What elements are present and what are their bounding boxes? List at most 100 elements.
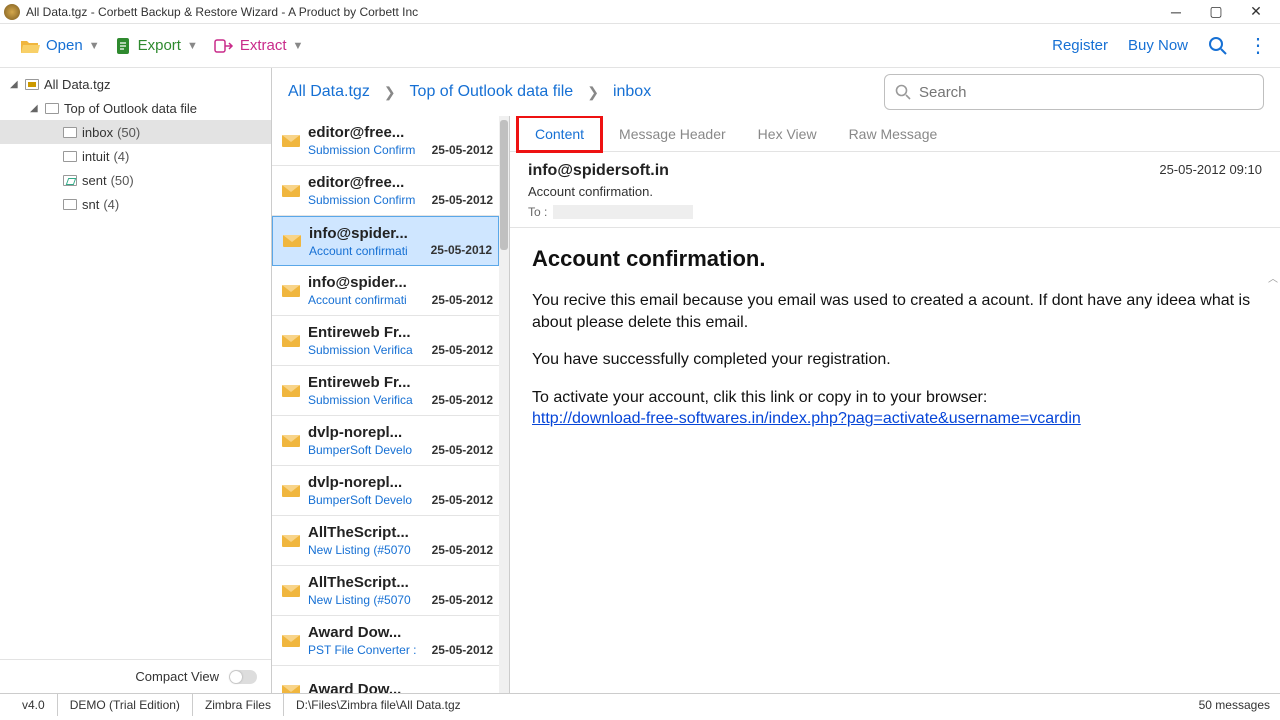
minimize-button[interactable]: ─: [1156, 1, 1196, 23]
extract-icon: [214, 38, 234, 54]
message-item[interactable]: Entireweb Fr...Submission Verifica25-05-…: [272, 366, 499, 416]
header-date: 25-05-2012 09:10: [1159, 162, 1262, 177]
body-paragraph: You recive this email because you email …: [532, 290, 1258, 333]
status-mode: Zimbra Files: [193, 694, 284, 716]
message-item[interactable]: dvlp-norepl...BumperSoft Develo25-05-201…: [272, 466, 499, 516]
compact-view-toggle[interactable]: [229, 670, 257, 684]
envelope-icon: [282, 335, 300, 347]
message-reader: Content Message Header Hex View Raw Mess…: [510, 116, 1280, 693]
app-icon: [4, 4, 20, 20]
caret-down-icon: ◢: [10, 79, 20, 90]
compact-view-label: Compact View: [135, 669, 219, 684]
chevron-right-icon: ❯: [384, 84, 396, 101]
main-toolbar: Open ▼ Export ▼ Extract ▼ Register Buy N…: [0, 24, 1280, 68]
message-item[interactable]: info@spider...Account confirmati25-05-20…: [272, 216, 499, 266]
chevron-right-icon: ❯: [587, 84, 599, 101]
envelope-icon: [282, 635, 300, 647]
scrollbar-thumb[interactable]: [500, 120, 508, 250]
window-title: All Data.tgz - Corbett Backup & Restore …: [26, 5, 1156, 19]
status-bar: v4.0 DEMO (Trial Edition) Zimbra Files D…: [0, 693, 1280, 715]
envelope-icon: [282, 135, 300, 147]
body-title: Account confirmation.: [532, 246, 1258, 272]
envelope-icon: [282, 285, 300, 297]
sent-folder-icon: [63, 175, 77, 186]
envelope-icon: [282, 585, 300, 597]
header-to: To :: [528, 205, 1262, 219]
folder-icon: [63, 127, 77, 138]
folder-tree-sidebar: ◢ All Data.tgz ◢ Top of Outlook data fil…: [0, 68, 272, 693]
scrollbar[interactable]: [499, 116, 509, 693]
search-icon[interactable]: [1208, 36, 1228, 56]
activation-link[interactable]: http://download-free-softwares.in/index.…: [532, 410, 1081, 427]
archive-icon: [25, 79, 39, 90]
chevron-down-icon: ▼: [187, 40, 198, 52]
message-item[interactable]: AllTheScript...New Listing (#507025-05-2…: [272, 566, 499, 616]
register-link[interactable]: Register: [1052, 37, 1108, 54]
envelope-icon: [282, 185, 300, 197]
caret-down-icon: ◢: [30, 103, 40, 114]
envelope-icon: [282, 485, 300, 497]
search-icon: [895, 84, 911, 100]
tree-top-outlook[interactable]: ◢ Top of Outlook data file: [0, 96, 271, 120]
chevron-down-icon: ▼: [293, 40, 304, 52]
breadcrumb-item[interactable]: All Data.tgz: [288, 83, 370, 101]
envelope-icon: [282, 685, 300, 694]
compact-view-toggle-row: Compact View: [0, 659, 271, 693]
more-menu-icon[interactable]: ⋮: [1248, 36, 1268, 56]
status-edition: DEMO (Trial Edition): [58, 694, 193, 716]
status-version: v4.0: [10, 694, 58, 716]
tab-hex-view[interactable]: Hex View: [742, 118, 833, 150]
chevron-down-icon: ▼: [89, 40, 100, 52]
message-item[interactable]: Award Dow...PST File Converter :25-05-20…: [272, 616, 499, 666]
body-paragraph: To activate your account, clik this link…: [532, 387, 1258, 430]
envelope-icon: [282, 435, 300, 447]
message-item[interactable]: dvlp-norepl...BumperSoft Develo25-05-201…: [272, 416, 499, 466]
body-paragraph: You have successfully completed your reg…: [532, 349, 1258, 371]
envelope-icon: [283, 235, 301, 247]
envelope-icon: [282, 535, 300, 547]
envelope-icon: [282, 385, 300, 397]
breadcrumb-row: All Data.tgz ❯ Top of Outlook data file …: [272, 68, 1280, 116]
title-bar: All Data.tgz - Corbett Backup & Restore …: [0, 0, 1280, 24]
tree-folder-sent[interactable]: sent (50): [0, 168, 271, 192]
tab-raw-message[interactable]: Raw Message: [833, 118, 954, 150]
extract-button[interactable]: Extract ▼: [206, 31, 312, 60]
file-export-icon: [116, 37, 132, 55]
tab-content[interactable]: Content: [516, 116, 603, 153]
folder-icon: [63, 199, 77, 210]
message-item[interactable]: info@spider...Account confirmati25-05-20…: [272, 266, 499, 316]
message-header-pane: info@spidersoft.in Account confirmation.…: [510, 152, 1280, 228]
breadcrumb-item[interactable]: inbox: [613, 83, 651, 101]
message-body: Account confirmation. You recive this em…: [510, 228, 1280, 693]
close-button[interactable]: ✕: [1236, 1, 1276, 23]
tree-folder-intuit[interactable]: intuit (4): [0, 144, 271, 168]
search-field[interactable]: [884, 74, 1264, 110]
maximize-button[interactable]: ▢: [1196, 1, 1236, 23]
open-button[interactable]: Open ▼: [12, 31, 108, 61]
message-item[interactable]: editor@free...Submission Confirm25-05-20…: [272, 116, 499, 166]
status-path: D:\Files\Zimbra file\All Data.tgz: [284, 694, 473, 716]
message-list: editor@free...Submission Confirm25-05-20…: [272, 116, 510, 693]
reader-tabs: Content Message Header Hex View Raw Mess…: [510, 116, 1280, 152]
search-input[interactable]: [919, 84, 1253, 101]
header-to-value: [553, 205, 693, 219]
message-item[interactable]: Entireweb Fr...Submission Verifica25-05-…: [272, 316, 499, 366]
tree-root[interactable]: ◢ All Data.tgz: [0, 72, 271, 96]
header-from: info@spidersoft.in: [528, 162, 1262, 180]
tree-folder-snt[interactable]: snt (4): [0, 192, 271, 216]
status-message-count: 50 messages: [1199, 698, 1270, 712]
message-item[interactable]: editor@free...Submission Confirm25-05-20…: [272, 166, 499, 216]
folder-icon: [45, 103, 59, 114]
tab-message-header[interactable]: Message Header: [603, 118, 742, 150]
buy-now-link[interactable]: Buy Now: [1128, 37, 1188, 54]
scroll-up-icon[interactable]: ︿: [1268, 270, 1278, 282]
folder-open-icon: [20, 37, 40, 55]
export-button[interactable]: Export ▼: [108, 31, 206, 61]
tree-folder-inbox[interactable]: inbox (50): [0, 120, 271, 144]
header-subject: Account confirmation.: [528, 184, 1262, 199]
message-item[interactable]: AllTheScript...New Listing (#507025-05-2…: [272, 516, 499, 566]
message-item[interactable]: Award Dow...: [272, 666, 499, 693]
reader-scrollbar[interactable]: ︿: [1268, 270, 1278, 282]
folder-icon: [63, 151, 77, 162]
breadcrumb-item[interactable]: Top of Outlook data file: [410, 83, 574, 101]
